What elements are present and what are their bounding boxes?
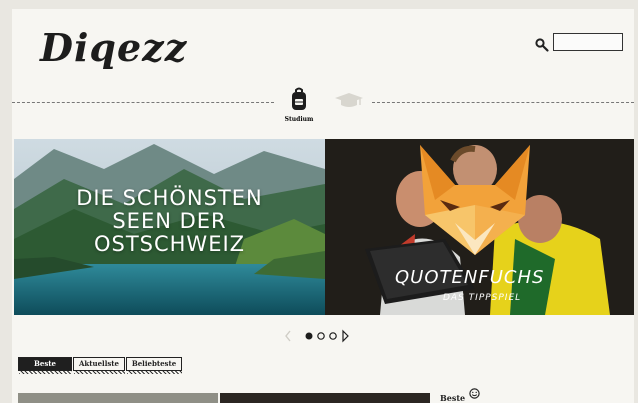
tab-label: Beste — [34, 359, 56, 368]
pagination-dot-active[interactable] — [305, 332, 313, 340]
tab-hatch — [127, 371, 182, 374]
article-thumbnail[interactable] — [18, 393, 218, 403]
fox-logo-icon — [420, 145, 530, 255]
tab-aktuellste[interactable]: Aktuellste — [73, 357, 125, 374]
tab-label: Beliebteste — [131, 359, 177, 368]
nav-divider-right — [372, 102, 634, 103]
nav-item-secondary[interactable] — [326, 87, 372, 116]
slide-lakes[interactable]: DIE SCHÖNSTEN SEEN DER OSTSCHWEIZ — [14, 139, 325, 315]
slide-quotenfuchs-subtitle: DAS TIPPSPIEL — [443, 293, 522, 303]
hero-slider[interactable]: DIE SCHÖNSTEN SEEN DER OSTSCHWEIZ QUOTEN… — [14, 139, 634, 315]
pagination-dot[interactable] — [329, 332, 337, 340]
search-input[interactable] — [553, 33, 623, 51]
article-thumbnail[interactable] — [220, 393, 430, 403]
slide-lakes-title-line: OSTSCHWEIZ — [93, 232, 246, 256]
tab-hatch — [19, 371, 72, 374]
site-logo[interactable]: Diqezz — [40, 25, 187, 70]
slide-quotenfuchs[interactable]: QUOTENFUCHS DAS TIPPSPIEL — [325, 139, 634, 315]
slide-quotenfuchs-title: QUOTENFUCHS — [395, 267, 545, 288]
tab-beliebteste[interactable]: Beliebteste — [126, 357, 182, 374]
tab-beste[interactable]: Beste — [18, 357, 72, 374]
pagination-dot[interactable] — [317, 332, 325, 340]
slide-lakes-title-line: DIE SCHÖNSTEN — [76, 186, 263, 210]
backpack-icon — [292, 87, 306, 110]
pagination-next-icon[interactable] — [342, 329, 349, 343]
sidebar-label: Beste — [440, 393, 466, 403]
tab-hatch — [74, 371, 125, 374]
slider-pagination[interactable] — [284, 329, 364, 343]
slide-lakes-title: DIE SCHÖNSTEN SEEN DER OSTSCHWEIZ — [14, 187, 325, 256]
pagination-prev-icon[interactable] — [285, 330, 291, 342]
search-icon[interactable] — [534, 37, 550, 53]
slide-lakes-title-line: SEEN DER — [112, 209, 227, 233]
graduation-cap-icon — [335, 93, 363, 107]
tab-label: Aktuellste — [78, 359, 119, 368]
nav-divider-left — [12, 102, 274, 103]
nav-item-studium[interactable]: Studium — [276, 87, 322, 123]
smiley-icon — [469, 388, 480, 399]
page: Diqezz Studium DIE SCHÖNSTEN SEEN DER OS… — [12, 9, 634, 403]
nav-label-studium: Studium — [284, 116, 314, 123]
